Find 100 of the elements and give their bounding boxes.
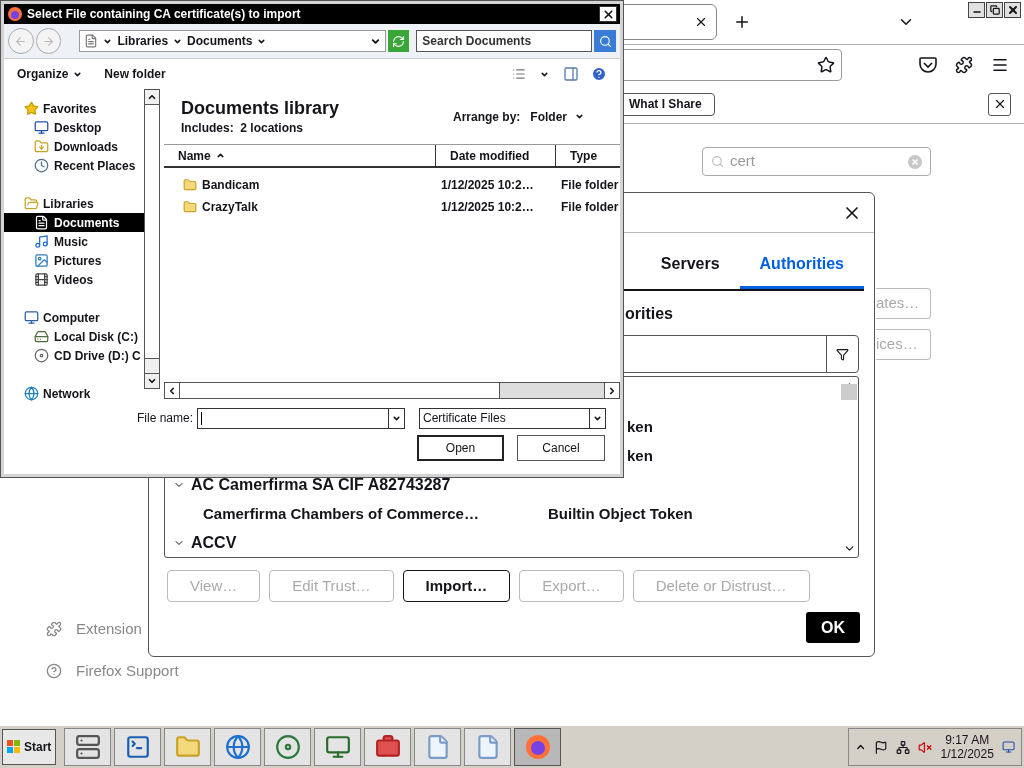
taskbar-app[interactable] <box>464 728 512 766</box>
music-icon <box>34 234 49 249</box>
network-icon[interactable] <box>896 739 911 755</box>
taskbar-app[interactable] <box>264 728 312 766</box>
library-includes: Includes: 2 locations <box>181 119 305 137</box>
nav-item[interactable]: Computer <box>4 308 144 327</box>
file-name-field[interactable] <box>197 407 405 429</box>
column-header[interactable]: Name <box>164 145 436 166</box>
taskbar-app[interactable] <box>514 728 562 766</box>
scroll-right-icon[interactable] <box>607 385 617 396</box>
scroll-left-icon[interactable] <box>167 385 177 396</box>
file-row[interactable]: Bandicam 1/12/2025 10:2… File folder <box>164 174 620 196</box>
action-button[interactable]: Import… <box>402 570 511 602</box>
column-header[interactable]: Date modified <box>436 145 556 166</box>
preview-pane-icon[interactable] <box>563 66 579 82</box>
nav-item[interactable]: Favorites <box>4 99 144 118</box>
column-picker-icon[interactable] <box>836 347 849 361</box>
file-type-dropdown[interactable]: Certificate Files <box>419 407 606 429</box>
image-icon <box>34 253 49 268</box>
taskbar-app[interactable] <box>314 728 362 766</box>
nav-item[interactable]: Documents <box>4 213 144 232</box>
show-desktop-icon[interactable] <box>1001 740 1016 754</box>
file-row[interactable]: CrazyTalk 1/12/2025 10:2… File folder <box>164 196 620 218</box>
scroll-down-icon[interactable] <box>147 376 157 386</box>
vertical-scrollbar[interactable] <box>144 89 160 389</box>
sidebar-link[interactable]: Extension <box>76 618 142 641</box>
clock-date[interactable]: 1/12/2025 <box>940 747 994 761</box>
nav-item[interactable]: Local Disk (C:) <box>4 327 144 346</box>
nav-item[interactable]: Pictures <box>4 251 144 270</box>
menu-icon[interactable] <box>991 56 1009 74</box>
close-button[interactable] <box>599 6 617 22</box>
search-field[interactable]: Search Documents <box>416 30 593 52</box>
pocket-icon[interactable] <box>919 57 937 73</box>
tab[interactable]: Servers <box>640 252 740 289</box>
organize-menu[interactable]: Organize <box>17 65 83 83</box>
terminal-icon <box>124 734 151 760</box>
forward-arrow-icon <box>42 34 56 48</box>
refresh-button[interactable] <box>387 30 410 52</box>
nav-item[interactable]: Recent Places <box>4 156 144 175</box>
breadcrumb-item[interactable]: Libraries <box>117 32 169 50</box>
close-button[interactable] <box>988 92 1011 116</box>
sidebar-link[interactable]: Firefox Support <box>76 659 179 682</box>
ok-button[interactable]: OK <box>806 612 860 643</box>
cancel-button[interactable]: Cancel <box>517 435 605 461</box>
certificate-name[interactable]: Camerfirma Chambers of Commerce… <box>203 502 548 526</box>
film-icon <box>34 272 49 287</box>
scrollbar-thumb[interactable] <box>180 383 500 398</box>
taskbar-app[interactable] <box>364 728 412 766</box>
document-icon <box>84 34 99 48</box>
nav-item[interactable]: Libraries <box>4 194 144 213</box>
search-button[interactable] <box>594 30 616 52</box>
address-bar[interactable]: Libraries Documents <box>79 30 386 52</box>
nav-item[interactable]: Downloads <box>4 137 144 156</box>
taskbar-app[interactable] <box>164 728 212 766</box>
disc-icon <box>274 734 301 760</box>
scrollbar-thumb[interactable] <box>841 384 857 400</box>
hard-drive-icon <box>34 329 49 344</box>
volume-muted-icon[interactable] <box>918 739 933 755</box>
extension-icon[interactable] <box>955 56 973 74</box>
folder-icon <box>183 178 197 192</box>
new-folder-button[interactable]: New folder <box>104 65 166 83</box>
nav-item[interactable]: Network <box>4 384 144 401</box>
flag-icon[interactable] <box>874 739 889 755</box>
document-icon <box>34 215 49 230</box>
close-icon[interactable] <box>694 15 708 29</box>
nav-item[interactable]: CD Drive (D:) C <box>4 346 144 365</box>
taskbar-app[interactable] <box>114 728 162 766</box>
nav-item[interactable]: Desktop <box>4 118 144 137</box>
taskbar-app[interactable] <box>414 728 462 766</box>
file-name: Bandicam <box>202 177 260 194</box>
clock-time[interactable]: 9:17 AM <box>945 733 990 747</box>
tab[interactable]: Authorities <box>739 252 864 289</box>
clock-icon <box>34 158 49 173</box>
text-cursor <box>201 411 202 425</box>
arrange-dropdown[interactable]: Folder <box>530 107 584 126</box>
open-button[interactable]: Open <box>417 435 504 461</box>
column-header[interactable]: Type <box>556 145 620 166</box>
new-tab-icon[interactable] <box>733 13 751 31</box>
breadcrumb-item[interactable]: Documents <box>187 32 253 50</box>
taskbar-app[interactable] <box>214 728 262 766</box>
start-button[interactable]: Start <box>2 729 57 765</box>
view-icon[interactable] <box>512 67 526 81</box>
close-button[interactable] <box>1004 2 1021 18</box>
group-label[interactable]: ACCV <box>191 530 237 555</box>
taskbar-app[interactable] <box>64 728 112 766</box>
nav-item[interactable]: Videos <box>4 270 144 289</box>
scrollbar-thumb[interactable] <box>145 105 159 359</box>
nav-item[interactable]: Music <box>4 232 144 251</box>
horizontal-scrollbar[interactable] <box>164 382 620 399</box>
file-name: CrazyTalk <box>202 199 258 216</box>
restore-button[interactable] <box>986 2 1003 18</box>
scroll-up-icon[interactable] <box>147 92 157 102</box>
minimize-button[interactable] <box>968 2 985 18</box>
bookmark-star-icon[interactable] <box>817 56 835 74</box>
help-icon[interactable] <box>591 66 607 82</box>
help-icon <box>46 662 62 679</box>
star-icon <box>24 101 39 116</box>
monitor-icon <box>324 734 351 760</box>
disc-icon <box>34 348 49 363</box>
file-type-value: Certificate Files <box>423 410 506 427</box>
